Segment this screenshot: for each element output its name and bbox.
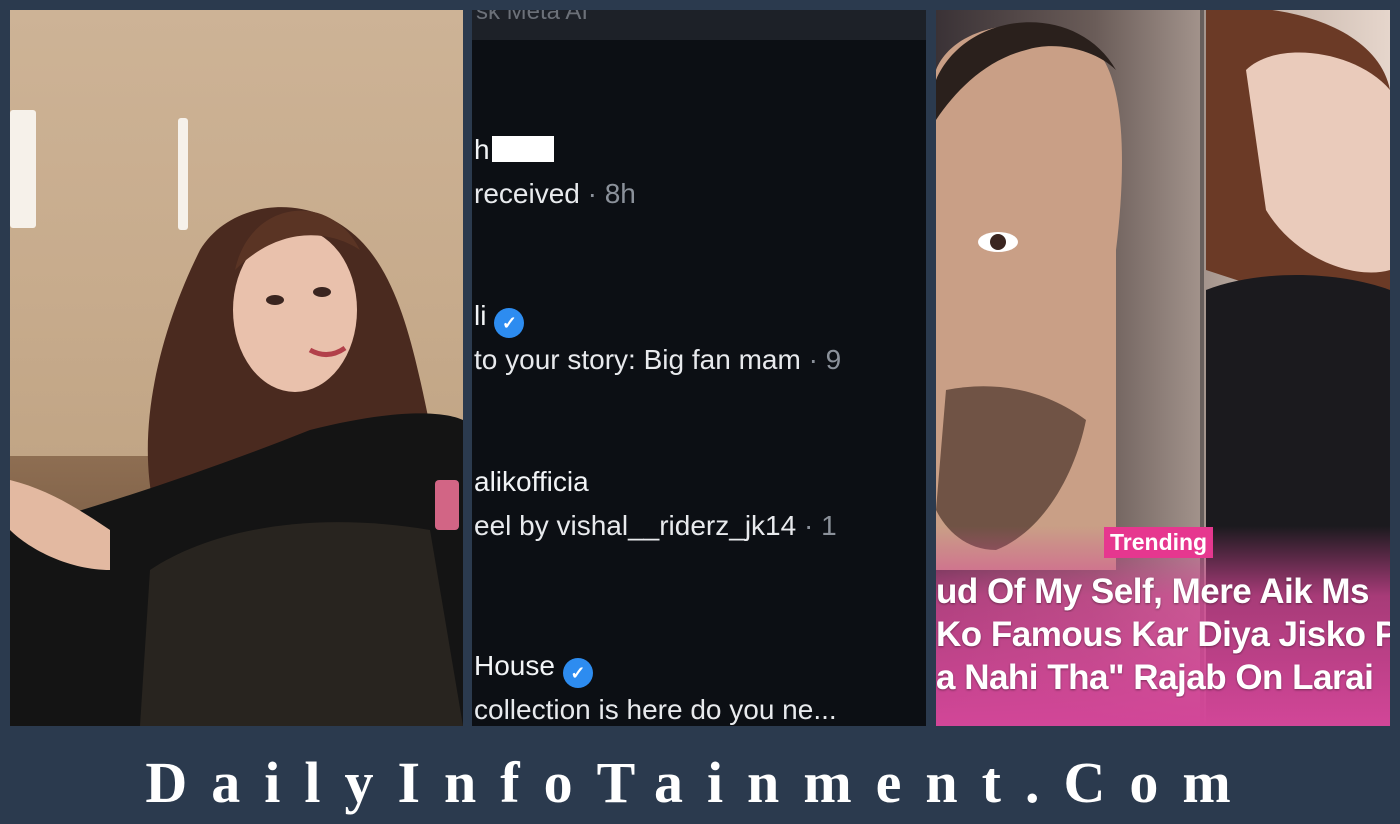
- photo-woman-panel: [10, 10, 463, 726]
- woman-figure: [10, 207, 463, 726]
- redaction-box: [491, 136, 554, 162]
- notification-text: received · 8h: [474, 178, 636, 209]
- notification-text: collection is here do you ne...: [474, 694, 837, 725]
- site-brand: DailyInfoTainment.Com: [145, 750, 1255, 815]
- notifications-screenshot: sk Meta AI h received · 8h li ✓ to your s…: [472, 10, 926, 726]
- notification-name: h: [474, 134, 554, 166]
- verified-badge-icon: ✓: [494, 308, 525, 338]
- notification-time: · 8h: [587, 178, 636, 209]
- notification-text: to your story: Big fan mam · 9: [474, 344, 842, 375]
- notification-time: · 9: [808, 344, 842, 375]
- headline-line: Ko Famous Kar Diya Jisko P: [936, 615, 1390, 654]
- headline-line: ud Of My Self, Mere Aik Ms: [936, 572, 1370, 611]
- notification-name: House ✓: [474, 650, 593, 688]
- notification-text: eel by vishal__riderz_jk14 · 1: [474, 510, 837, 541]
- notification-name: li ✓: [474, 300, 525, 338]
- headline-line: a Nahi Tha" Rajab On Larai: [936, 658, 1374, 697]
- notification-time: · 1: [803, 510, 837, 541]
- reel-screenshot: Trending ud Of My Self, Mere Aik Ms Ko F…: [936, 10, 1390, 726]
- top-bar: sk Meta AI: [472, 10, 926, 40]
- trending-badge: Trending: [1104, 527, 1214, 558]
- verified-badge-icon: ✓: [562, 658, 593, 688]
- notification-name: alikofficia: [474, 466, 589, 497]
- top-bar-text: sk Meta AI: [476, 10, 589, 25]
